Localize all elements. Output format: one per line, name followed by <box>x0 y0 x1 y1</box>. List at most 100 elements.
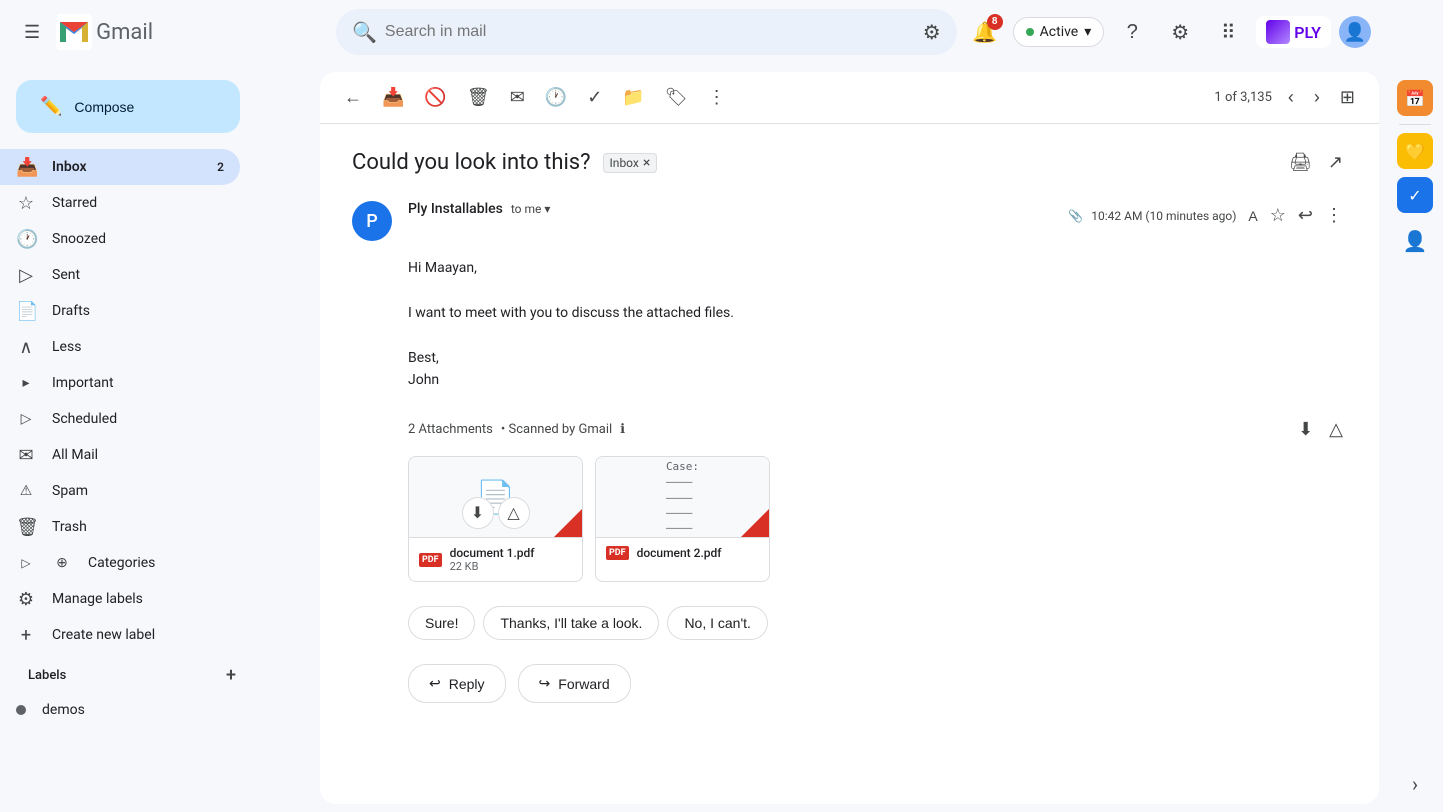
more-email-button[interactable]: ⋮ <box>1321 201 1347 230</box>
user-avatar[interactable]: 👤 <box>1339 16 1371 48</box>
quick-replies: Sure! Thanks, I'll take a look. No, I ca… <box>408 606 1347 640</box>
drafts-icon: 📄 <box>16 301 36 322</box>
sidebar-item-manage-labels[interactable]: ⚙ Manage labels <box>0 581 240 617</box>
keep-panel-icon[interactable]: 💛 <box>1397 133 1433 169</box>
sidebar-item-important[interactable]: ▸ Important <box>0 365 240 401</box>
sidebar-item-spam[interactable]: ⚠ Spam <box>0 473 240 509</box>
star-icon: ☆ <box>1270 205 1286 225</box>
quick-reply-no-button[interactable]: No, I can't. <box>667 606 767 640</box>
reply-inline-button[interactable]: ↩ <box>1294 201 1317 230</box>
less-label: Less <box>52 339 224 355</box>
keep-icon: 💛 <box>1405 142 1425 161</box>
mark-unread-button[interactable]: ✉ <box>502 81 533 114</box>
sidebar-item-all-mail[interactable]: ✉ All Mail <box>0 437 240 473</box>
open-new-icon: ↗ <box>1328 152 1343 172</box>
sidebar-item-create-label[interactable]: + Create new label <box>0 617 240 653</box>
email-toolbar: ← 📥 🚫 🗑 ✉ 🕐 ✓ <box>320 72 1379 124</box>
star-button[interactable]: ☆ <box>1266 201 1290 230</box>
delete-button[interactable]: 🗑 <box>459 81 498 114</box>
tasks-check-icon: ✓ <box>1408 186 1421 205</box>
quick-reply-sure-button[interactable]: Sure! <box>408 606 475 640</box>
sidebar-item-starred[interactable]: ☆ Starred <box>0 185 240 221</box>
report-spam-button[interactable]: 🚫 <box>416 81 454 114</box>
sidebar-item-inbox[interactable]: 📥 Inbox 2 <box>0 149 240 185</box>
add-label-button[interactable]: + <box>222 661 240 690</box>
add-task-button[interactable]: ✓ <box>579 81 610 114</box>
sidebar-item-less[interactable]: ∧ Less <box>0 329 240 365</box>
compose-button[interactable]: ✏️ Compose <box>16 80 240 133</box>
labels-section-header: Labels + <box>0 653 256 694</box>
label-demos-text: demos <box>42 702 85 718</box>
forward-button[interactable]: ↪ Forward <box>518 664 631 703</box>
snooze-button[interactable]: 🕐 <box>537 81 575 114</box>
main-sidebar: ✏️ Compose 📥 Inbox 2 ☆ Starred 🕐 Snoozed… <box>0 64 256 726</box>
sidebar-item-snoozed[interactable]: 🕐 Snoozed <box>0 221 240 257</box>
view-toggle-button[interactable]: ⊞ <box>1332 81 1363 114</box>
contacts-panel-icon[interactable]: 👤 <box>1395 221 1435 261</box>
attachment-card-2[interactable]: Case:———————————————— PDF document 2.pdf <box>595 456 770 582</box>
manage-labels-label: Manage labels <box>52 591 224 607</box>
notification-button[interactable]: 🔔 8 <box>965 12 1005 52</box>
search-tune-icon[interactable]: ⚙ <box>923 20 941 44</box>
ply-logo[interactable]: PLY <box>1256 16 1331 48</box>
pagination-text: 1 of 3,135 <box>1214 90 1271 105</box>
search-box[interactable]: 🔍 ⚙ <box>336 9 957 55</box>
snoozed-icon: 🕐 <box>16 229 36 250</box>
email-content-scroll[interactable]: Could you look into this? Inbox × 🖨 ↗ <box>320 124 1379 804</box>
label-demos[interactable]: demos <box>0 694 240 726</box>
attachment-name-2: document 2.pdf <box>637 546 722 560</box>
all-mail-label: All Mail <box>52 447 224 463</box>
attachment-info-2: PDF document 2.pdf <box>596 537 769 568</box>
apps-button[interactable]: ⠿ <box>1208 12 1248 52</box>
sidebar-item-scheduled[interactable]: ▷ Scheduled <box>0 401 240 437</box>
calendar-panel-icon[interactable]: 📅 <box>1397 80 1433 116</box>
sidebar-item-categories[interactable]: ▷ ⊕ Categories <box>0 545 240 581</box>
recipient-info[interactable]: to me ▾ <box>511 202 551 216</box>
save-attachment-1-drive-button[interactable]: △ <box>498 497 530 529</box>
search-input[interactable] <box>385 23 915 41</box>
archive-button[interactable]: 📥 <box>374 81 412 114</box>
all-mail-icon: ✉ <box>16 445 36 466</box>
scanned-label: • Scanned by Gmail <box>501 422 612 437</box>
open-in-new-button[interactable]: ↗ <box>1324 148 1347 177</box>
translate-button[interactable]: A <box>1244 201 1261 230</box>
back-button[interactable]: ← <box>336 81 370 114</box>
right-panel: 📅 💛 ✓ 👤 › <box>1387 0 1443 812</box>
tasks-panel-icon[interactable]: ✓ <box>1397 177 1433 213</box>
quick-reply-look-button[interactable]: Thanks, I'll take a look. <box>483 606 659 640</box>
sidebar-item-sent[interactable]: ▷ Sent <box>0 257 240 293</box>
hamburger-button[interactable]: ☰ <box>16 14 48 51</box>
reply-label: Reply <box>449 676 485 692</box>
starred-label: Starred <box>52 195 224 211</box>
help-button[interactable]: ? <box>1112 12 1152 52</box>
remove-inbox-tag-button[interactable]: × <box>643 156 650 170</box>
attachment-corner-2 <box>741 509 769 537</box>
calendar-icon: 📅 <box>1405 89 1425 108</box>
expand-right-panel-button[interactable]: › <box>1395 764 1435 804</box>
label-button[interactable]: 🏷 <box>657 81 696 114</box>
more-button[interactable]: ⋮ <box>700 81 734 114</box>
download-attachment-1-button[interactable]: ⬇ <box>462 497 494 529</box>
save-to-drive-button[interactable]: △ <box>1325 415 1347 444</box>
settings-button[interactable]: ⚙ <box>1160 12 1200 52</box>
print-button[interactable]: 🖨 <box>1285 148 1316 177</box>
compose-icon: ✏️ <box>40 96 62 117</box>
next-email-button[interactable]: › <box>1306 81 1328 114</box>
reply-button[interactable]: ↩ Reply <box>408 664 506 703</box>
sidebar-item-trash[interactable]: 🗑 Trash <box>0 509 240 545</box>
important-label: Important <box>52 375 224 391</box>
active-status-button[interactable]: Active ▾ <box>1013 17 1105 47</box>
drive-icon: △ <box>1329 419 1343 439</box>
scanned-info-icon: ℹ <box>620 422 625 437</box>
notification-badge: 8 <box>987 14 1003 30</box>
attachment-info-1: PDF document 1.pdf 22 KB <box>409 537 582 581</box>
download-all-button[interactable]: ⬇ <box>1294 415 1317 444</box>
attachment-card-1[interactable]: 📄 ⬇ △ <box>408 456 583 582</box>
move-button[interactable]: 📁 <box>614 81 652 114</box>
prev-email-button[interactable]: ‹ <box>1280 81 1302 114</box>
email-body-line2: I want to meet with you to discuss the a… <box>408 302 1347 324</box>
sidebar-item-drafts[interactable]: 📄 Drafts <box>0 293 240 329</box>
drafts-label: Drafts <box>52 303 224 319</box>
ply-icon <box>1266 20 1290 44</box>
attachment-preview-1: 📄 ⬇ △ <box>409 457 582 537</box>
